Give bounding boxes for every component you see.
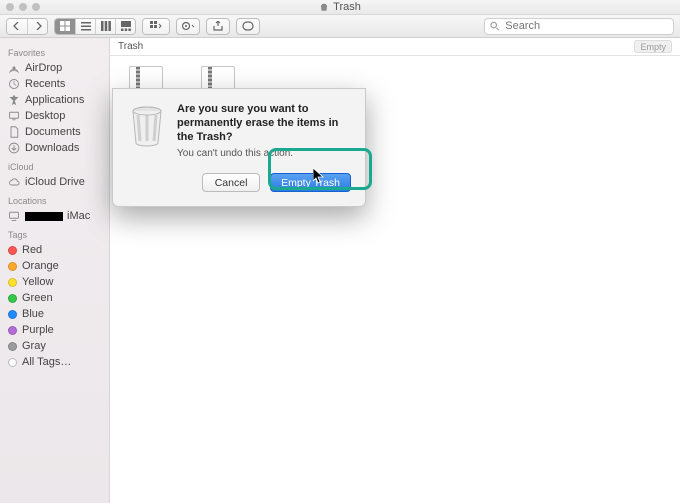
search-icon	[490, 21, 499, 31]
sidebar-item-label: AirDrop	[25, 62, 62, 74]
sidebar-tag-yellow[interactable]: Yellow	[0, 274, 109, 290]
sidebar-item-airdrop[interactable]: AirDrop	[0, 60, 109, 76]
desktop-icon	[8, 110, 20, 122]
tag-dot-icon	[8, 294, 17, 303]
dialog-subtitle: You can't undo this action.	[177, 148, 351, 159]
dialog-title: Are you sure you want to permanently era…	[177, 103, 351, 144]
sidebar-section-tags: Tags	[0, 224, 109, 242]
view-mode-segmented	[54, 18, 136, 35]
sidebar-item-label: Downloads	[25, 142, 79, 154]
tag-dot-icon	[8, 278, 17, 287]
sidebar-item-applications[interactable]: Applications	[0, 92, 109, 108]
empty-trash-toolbar-button[interactable]: Empty	[634, 40, 672, 53]
share-button[interactable]	[206, 18, 230, 35]
sidebar-tag-green[interactable]: Green	[0, 290, 109, 306]
cloud-icon	[8, 176, 20, 188]
list-view-button[interactable]	[75, 19, 95, 34]
sidebar-item-desktop[interactable]: Desktop	[0, 108, 109, 124]
sidebar-item-label: Recents	[25, 78, 65, 90]
sidebar-item-label: Purple	[22, 324, 54, 336]
sidebar-item-label: iCloud Drive	[25, 176, 85, 188]
clock-icon	[8, 78, 20, 90]
sidebar-item-label: All Tags…	[22, 356, 71, 368]
sidebar-item-label: Blue	[22, 308, 44, 320]
sidebar-item-icloud-drive[interactable]: iCloud Drive	[0, 174, 109, 190]
path-location: Trash	[118, 41, 143, 52]
redacted-text	[25, 212, 63, 221]
tag-dot-icon	[8, 326, 17, 335]
empty-trash-button[interactable]: Empty Trash	[270, 173, 351, 192]
tag-dot-icon	[8, 262, 17, 271]
tag-dot-icon	[8, 310, 17, 319]
airdrop-icon	[8, 62, 20, 74]
confirm-empty-trash-dialog: Are you sure you want to permanently era…	[112, 88, 366, 207]
sidebar-section-favorites: Favorites	[0, 42, 109, 60]
window-title: Trash	[333, 1, 361, 13]
sidebar-item-documents[interactable]: Documents	[0, 124, 109, 140]
computer-icon	[8, 210, 20, 222]
sidebar-tag-orange[interactable]: Orange	[0, 258, 109, 274]
arrange-group	[142, 18, 170, 35]
sidebar-section-locations: Locations	[0, 190, 109, 208]
nav-back-forward	[6, 18, 48, 35]
search-field[interactable]	[484, 18, 674, 35]
sidebar-item-label: Applications	[25, 94, 84, 106]
back-button[interactable]	[7, 19, 27, 34]
group-by-button[interactable]	[143, 19, 169, 34]
path-bar: Trash Empty	[110, 38, 680, 56]
sidebar-tag-all[interactable]: All Tags…	[0, 354, 109, 370]
trash-icon	[319, 2, 329, 12]
sidebar-item-label: Documents	[25, 126, 81, 138]
sidebar-tag-purple[interactable]: Purple	[0, 322, 109, 338]
tags-button[interactable]	[236, 18, 260, 35]
cancel-button[interactable]: Cancel	[202, 173, 260, 192]
downloads-icon	[8, 142, 20, 154]
icon-view-button[interactable]	[55, 19, 75, 34]
sidebar-tag-red[interactable]: Red	[0, 242, 109, 258]
search-input[interactable]	[503, 19, 668, 33]
sidebar: Favorites AirDrop Recents Applications D…	[0, 38, 110, 503]
sidebar-item-label: iMac	[25, 210, 90, 222]
toolbar	[0, 15, 680, 38]
sidebar-item-imac[interactable]: iMac	[0, 208, 109, 224]
sidebar-tag-gray[interactable]: Gray	[0, 338, 109, 354]
sidebar-item-label: Red	[22, 244, 42, 256]
tag-dot-icon	[8, 342, 17, 351]
sidebar-item-recents[interactable]: Recents	[0, 76, 109, 92]
sidebar-item-label: Orange	[22, 260, 59, 272]
sidebar-item-label: Yellow	[22, 276, 53, 288]
column-view-button[interactable]	[95, 19, 115, 34]
sidebar-item-label: Green	[22, 292, 53, 304]
sidebar-item-downloads[interactable]: Downloads	[0, 140, 109, 156]
tag-dot-icon	[8, 358, 17, 367]
trash-large-icon	[127, 103, 167, 192]
sidebar-item-label: Desktop	[25, 110, 65, 122]
sidebar-tag-blue[interactable]: Blue	[0, 306, 109, 322]
gallery-view-button[interactable]	[115, 19, 135, 34]
tag-dot-icon	[8, 246, 17, 255]
sidebar-item-label: Gray	[22, 340, 46, 352]
window-titlebar: Trash	[0, 0, 680, 15]
applications-icon	[8, 94, 20, 106]
document-icon	[8, 126, 20, 138]
sidebar-section-icloud: iCloud	[0, 156, 109, 174]
action-menu-button[interactable]	[176, 18, 200, 35]
forward-button[interactable]	[27, 19, 47, 34]
